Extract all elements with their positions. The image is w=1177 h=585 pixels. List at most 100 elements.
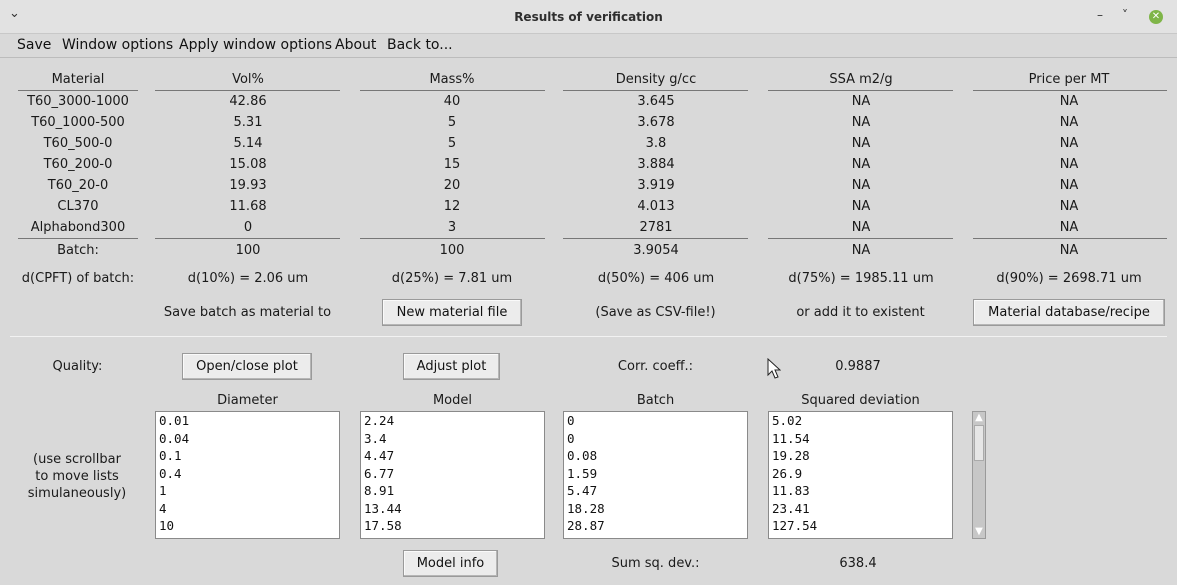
- list-item[interactable]: 5.47: [564, 482, 747, 500]
- list-item[interactable]: 4.47: [361, 447, 544, 465]
- diameter-list[interactable]: 0.01 0.04 0.1 0.4 1 4 10: [155, 411, 340, 539]
- csv-note: (Save as CSV-file!): [595, 305, 716, 320]
- header-rule: [155, 90, 340, 91]
- close-icon[interactable]: ✕: [1149, 10, 1163, 24]
- list-item[interactable]: 28.87: [564, 517, 747, 535]
- table-row-cell: 42.86: [229, 94, 267, 109]
- list-item[interactable]: 0.01: [156, 412, 339, 430]
- list-item[interactable]: 26.9: [769, 465, 952, 483]
- menu-save[interactable]: Save: [17, 37, 51, 53]
- open-close-plot-button[interactable]: Open/close plot: [182, 353, 312, 380]
- table-row-cell: 4.013: [637, 199, 675, 214]
- table-row-cell: NA: [1059, 199, 1079, 214]
- squared-deviation-list[interactable]: 5.02 11.54 19.28 26.9 11.83 23.41 127.54: [768, 411, 953, 539]
- batch-list[interactable]: 0 0 0.08 1.59 5.47 18.28 28.87: [563, 411, 748, 539]
- list-item[interactable]: 127.54: [769, 517, 952, 535]
- model-list[interactable]: 2.24 3.4 4.47 6.77 8.91 13.44 17.58: [360, 411, 545, 539]
- table-header-cell: SSA m2/g: [829, 72, 893, 87]
- save-batch-label: Save batch as material to: [163, 305, 332, 320]
- list-item[interactable]: 23.41: [769, 500, 952, 518]
- batch-row-cell: NA: [851, 243, 871, 258]
- maximize-icon[interactable]: ˅: [1122, 8, 1128, 22]
- table-row-cell: 3.645: [637, 94, 675, 109]
- table-row-cell: NA: [851, 94, 871, 109]
- table-row-cell: NA: [1059, 136, 1079, 151]
- table-row-cell: 15: [443, 157, 461, 172]
- table-row-cell: 15.08: [229, 157, 267, 172]
- batch-rule: [768, 238, 953, 239]
- table-row-cell: NA: [851, 199, 871, 214]
- adjust-plot-button[interactable]: Adjust plot: [403, 353, 500, 380]
- list-item[interactable]: 1: [156, 482, 339, 500]
- table-row-cell: 40: [443, 94, 461, 109]
- list-item[interactable]: 0.04: [156, 430, 339, 448]
- table-row-cell: 3: [447, 220, 457, 235]
- list-item[interactable]: 6.77: [361, 465, 544, 483]
- list-item[interactable]: 4: [156, 500, 339, 518]
- batch-row-cell: Batch:: [57, 243, 99, 258]
- list-item[interactable]: 13.44: [361, 500, 544, 518]
- list-item[interactable]: 17.58: [361, 517, 544, 535]
- list-item[interactable]: 10: [156, 517, 339, 535]
- window-title: Results of verification: [514, 10, 663, 24]
- menu-apply-window-options[interactable]: Apply window options: [179, 37, 332, 53]
- batch-row-cell: 100: [235, 243, 261, 258]
- header-rule: [768, 90, 953, 91]
- sum-sq-dev-label: Sum sq. dev.:: [611, 556, 700, 571]
- list-item[interactable]: 1.59: [564, 465, 747, 483]
- table-row-cell: 5: [447, 136, 457, 151]
- lists-scrollbar[interactable]: ▲ ▼: [972, 411, 986, 539]
- list-item[interactable]: 3.4: [361, 430, 544, 448]
- table-row-cell: 20: [443, 178, 461, 193]
- header-rule: [360, 90, 545, 91]
- table-row-cell: NA: [1059, 94, 1079, 109]
- scrollbar-hint-line: to move lists: [35, 469, 119, 484]
- list-item[interactable]: 0: [564, 412, 747, 430]
- menu-about[interactable]: About: [335, 37, 376, 53]
- table-row-cell: 0: [243, 220, 253, 235]
- material-database-button[interactable]: Material database/recipe: [973, 299, 1165, 326]
- dcpft-row-cell: d(25%) = 7.81 um: [391, 271, 513, 286]
- header-rule: [563, 90, 748, 91]
- squared-deviation-header: Squared deviation: [801, 393, 920, 408]
- menu-window-options[interactable]: Window options: [62, 37, 173, 53]
- scroll-up-icon[interactable]: ▲: [974, 413, 984, 423]
- list-item[interactable]: 0: [564, 430, 747, 448]
- list-item[interactable]: 11.54: [769, 430, 952, 448]
- quality-label: Quality:: [52, 359, 103, 374]
- table-row-cell: Alphabond300: [30, 220, 126, 235]
- sum-sq-dev-value: 638.4: [839, 556, 877, 571]
- new-material-file-button[interactable]: New material file: [382, 299, 522, 326]
- dcpft-row-cell: d(90%) = 2698.71 um: [996, 271, 1142, 286]
- scroll-down-icon[interactable]: ▼: [974, 527, 984, 537]
- scroll-thumb[interactable]: [974, 425, 984, 461]
- batch-rule: [18, 238, 138, 239]
- list-item[interactable]: 0.1: [156, 447, 339, 465]
- list-item[interactable]: 2.24: [361, 412, 544, 430]
- model-info-button[interactable]: Model info: [403, 550, 498, 577]
- batch-rule: [563, 238, 748, 239]
- table-row-cell: 3.678: [637, 115, 675, 130]
- list-item[interactable]: 5.02: [769, 412, 952, 430]
- table-row-cell: 5: [447, 115, 457, 130]
- table-row-cell: T60_500-0: [43, 136, 113, 151]
- table-row-cell: 11.68: [229, 199, 267, 214]
- table-row-cell: NA: [1059, 220, 1079, 235]
- scrollbar-hint-line: simulaneously): [27, 486, 127, 501]
- batch-rule: [155, 238, 340, 239]
- list-item[interactable]: 0.4: [156, 465, 339, 483]
- list-item[interactable]: 11.83: [769, 482, 952, 500]
- list-item[interactable]: 0.08: [564, 447, 747, 465]
- minimize-icon[interactable]: –: [1097, 8, 1103, 22]
- menu-back-to[interactable]: Back to...: [387, 37, 453, 53]
- list-item[interactable]: 18.28: [564, 500, 747, 518]
- header-rule: [973, 90, 1167, 91]
- diameter-header: Diameter: [217, 393, 278, 408]
- batch-rule: [973, 238, 1167, 239]
- list-item[interactable]: 8.91: [361, 482, 544, 500]
- list-item[interactable]: 19.28: [769, 447, 952, 465]
- model-header: Model: [432, 393, 473, 408]
- dcpft-row-cell: d(10%) = 2.06 um: [187, 271, 309, 286]
- table-row-cell: NA: [851, 178, 871, 193]
- table-header-cell: Mass%: [429, 72, 475, 87]
